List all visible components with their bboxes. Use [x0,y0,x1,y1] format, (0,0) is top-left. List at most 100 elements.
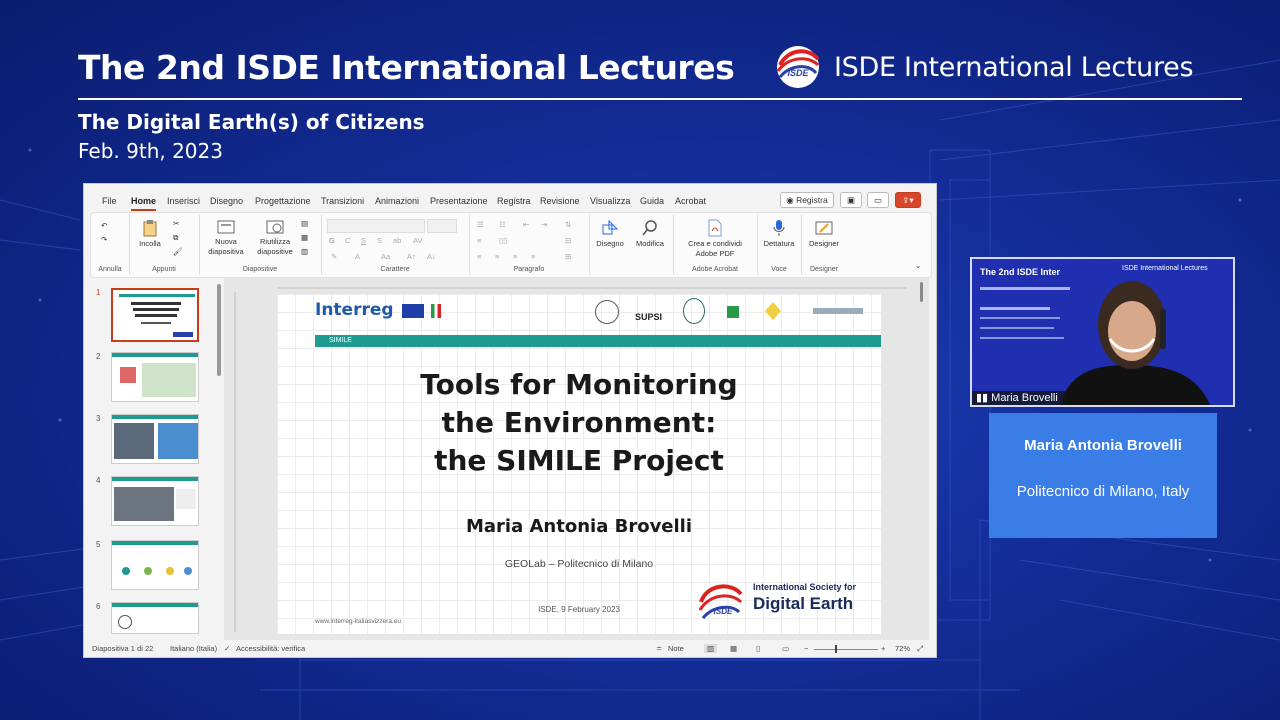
thumb-number: 2 [96,352,101,361]
dictate-button[interactable]: Dettatura [759,219,799,249]
align-left-icon[interactable]: ≡ [477,252,481,262]
zoom-slider-thumb[interactable] [835,645,837,653]
tab-acrobat[interactable]: Acrobat [675,196,706,206]
spacing-icon[interactable]: AV [413,236,422,246]
columns-icon[interactable]: ▯▯ [499,236,507,246]
reading-view-icon[interactable]: ▯ [756,644,760,653]
tab-inserisci[interactable]: Inserisci [167,196,200,206]
font-size-select[interactable] [427,219,457,233]
slide-thumbnail-2[interactable] [111,352,199,402]
font-color-icon[interactable]: A [355,252,360,262]
tab-disegno[interactable]: Disegno [210,196,243,206]
tab-animazioni[interactable]: Animazioni [375,196,419,206]
group-drawing: Disegno Modifica [589,215,674,275]
case-icon[interactable]: Aa [381,252,390,262]
zoom-out-icon[interactable]: − [804,644,808,653]
collapse-ribbon-icon[interactable]: ⌄ [915,261,921,271]
align-text-icon[interactable]: ⊟ [565,236,571,246]
group-label-designer: Designer [809,266,838,273]
grow-font-icon[interactable]: A↑ [407,252,416,262]
format-painter-icon[interactable]: 🖌 [173,247,183,257]
fit-slide-icon[interactable]: ⤢ [917,644,923,654]
strike-icon[interactable]: ab [393,236,401,246]
thumbnails-scrollbar[interactable] [217,284,221,376]
align-center-icon[interactable]: ≡ [495,252,499,262]
edit-button[interactable]: Modifica [631,219,669,249]
tab-transizioni[interactable]: Transizioni [321,196,364,206]
tab-progettazione[interactable]: Progettazione [255,196,311,206]
thumb-number: 6 [96,602,101,611]
designer-button[interactable]: Designer [803,219,845,249]
tab-registra[interactable]: Registra [497,196,531,206]
group-label-appunti: Appunti [152,266,176,273]
tab-revisione[interactable]: Revisione [540,196,580,206]
language-indicator[interactable]: Italiano (Italia) [170,644,217,653]
notes-icon[interactable]: ≐ [656,644,662,653]
slide-thumbnail-1[interactable] [111,288,199,342]
share-button[interactable]: ⇪▾ [895,192,921,208]
numbering-icon[interactable]: ☷ [499,220,506,230]
create-pdf-label-1: Crea e condividi [688,239,742,248]
cut-icon[interactable]: ✂ [173,219,179,229]
comments-button[interactable]: ▭ [867,192,889,208]
undo-icon[interactable]: ↶ [101,221,107,231]
copy-icon[interactable]: ⧉ [173,233,178,243]
record-button[interactable]: ◉ Registra [780,192,834,208]
isde-slide-logo: ISDE International Society for Digital E… [697,580,857,624]
new-slide-button[interactable]: Nuova diapositiva [203,219,249,257]
current-slide[interactable]: Interreg SUPSI SIMILE Tools for Monitori… [277,294,881,634]
tab-file[interactable]: File [102,196,117,206]
slide-thumbnail-4[interactable] [111,476,199,526]
tab-home[interactable]: Home [131,196,157,211]
group-label-adobe: Adobe Acrobat [692,266,738,273]
underline-icon[interactable]: S [361,236,366,246]
shrink-font-icon[interactable]: A↓ [427,252,436,262]
layout-icon[interactable]: ▤ [301,219,308,229]
interreg-text: Interreg [315,300,394,320]
reset-icon[interactable]: ▦ [301,233,308,243]
bold-icon[interactable]: G [329,236,335,246]
tab-presentazione[interactable]: Presentazione [430,196,488,206]
eu-flag-icon [402,303,425,318]
accessibility-icon[interactable]: ✓ [224,644,230,653]
slide-thumbnail-6[interactable] [111,602,199,634]
highlight-icon[interactable]: ✎ [331,252,337,262]
bullets-icon[interactable]: ☰ [477,220,484,230]
text-direction-icon[interactable]: ⇅ [565,220,571,230]
justify-icon[interactable]: ≡ [531,252,535,262]
normal-view-icon[interactable]: ▥ [704,644,718,653]
shadow-icon[interactable]: S [377,236,382,246]
zoom-slider[interactable] [814,649,878,650]
section-icon[interactable]: ▥ [301,247,308,257]
redo-icon[interactable]: ↷ [101,235,107,245]
slide-thumbnail-5[interactable] [111,540,199,590]
reuse-slides-label-2: diapositive [257,247,293,256]
italy-flag-icon [431,303,442,318]
present-button[interactable]: ▣ [840,192,862,208]
thumb-number: 1 [96,288,101,297]
speaker-affiliation: Politecnico di Milano, Italy [1016,483,1190,500]
italic-icon[interactable]: C [345,236,350,246]
paste-button[interactable]: Incolla [135,219,165,249]
reuse-slides-button[interactable]: Riutilizza diapositive [253,219,297,257]
drawing-button[interactable]: Disegno [593,219,627,249]
accessibility-status[interactable]: Accessibilità: verifica [236,644,305,653]
zoom-level[interactable]: 72% [895,644,910,653]
align-right-icon[interactable]: ≡ [513,252,517,262]
line-spacing-icon[interactable]: ≡ [477,236,481,246]
zoom-in-icon[interactable]: + [881,644,885,653]
indent-less-icon[interactable]: ⇤ [523,220,529,230]
font-name-select[interactable] [327,219,425,233]
tab-visualizza[interactable]: Visualizza [590,196,630,206]
smartart-icon[interactable]: ⊞ [565,252,571,262]
reuse-slides-icon [266,220,284,234]
tab-guida[interactable]: Guida [640,196,664,206]
video-feed: The 2nd ISDE Inter ISDE International Le… [970,257,1235,407]
create-pdf-button[interactable]: Crea e condividi Adobe PDF [675,219,755,259]
slide-sorter-icon[interactable]: ▦ [730,644,737,653]
notes-button[interactable]: Note [668,644,684,653]
slide-thumbnail-3[interactable] [111,414,199,464]
editor-scrollbar[interactable] [920,282,923,302]
indent-more-icon[interactable]: ⇥ [541,220,547,230]
slideshow-icon[interactable]: ▭ [782,644,789,653]
